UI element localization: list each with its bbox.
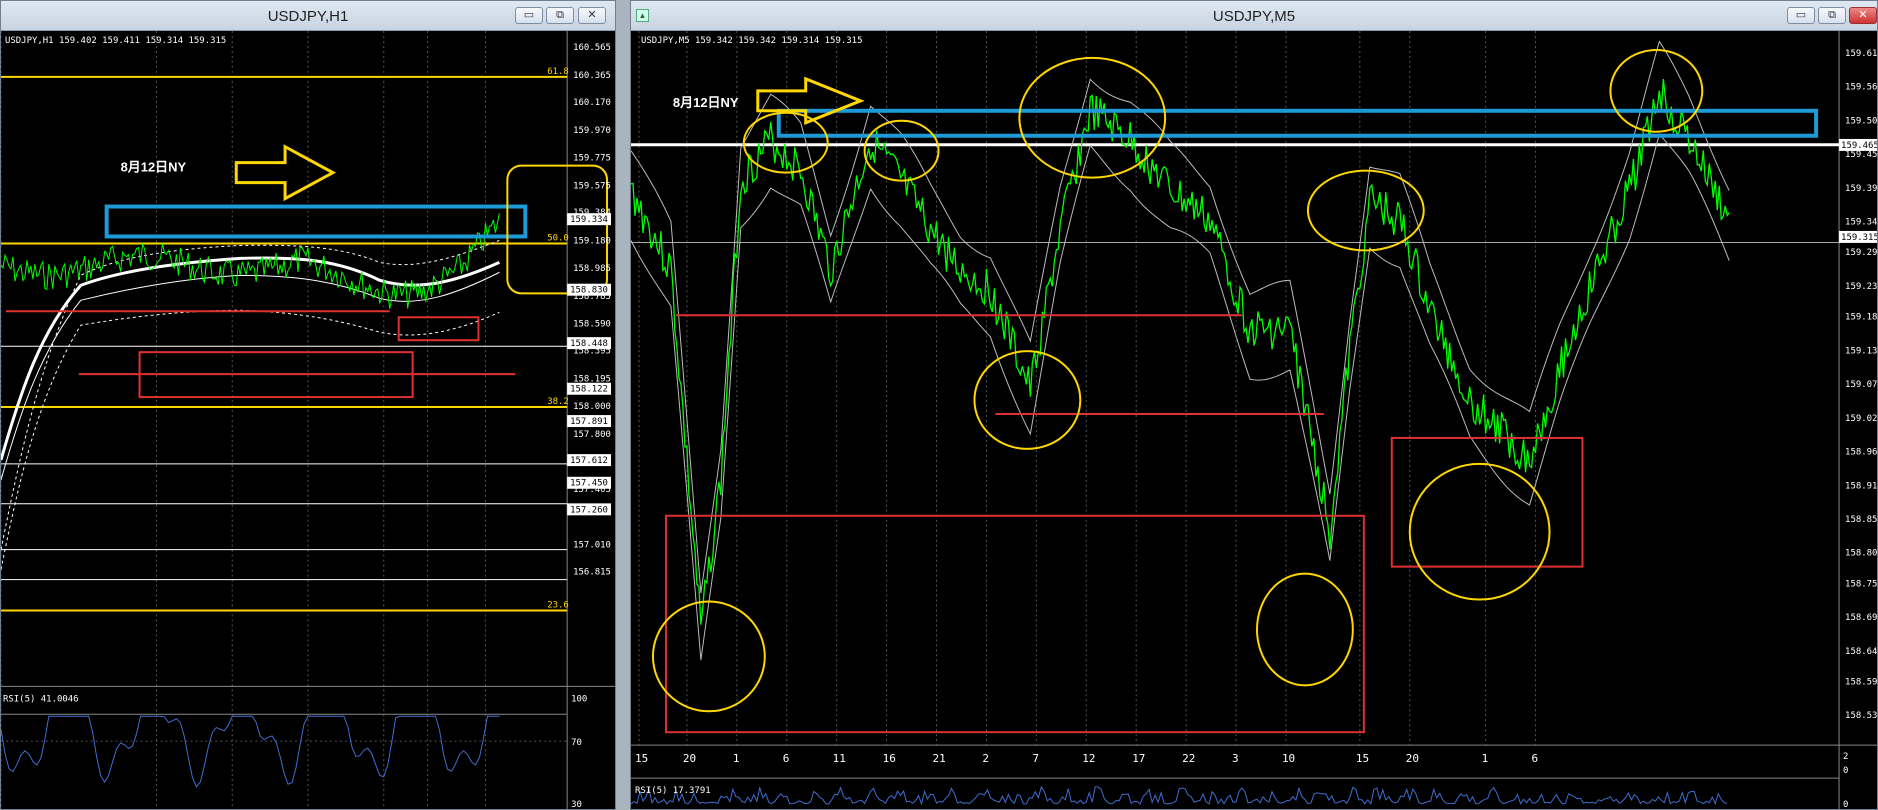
- right-rsi-label: RSI(5) 17.3791: [635, 786, 711, 796]
- price-tick-label: 158.965: [1845, 448, 1877, 458]
- price-tick-label: 159.185: [1845, 313, 1877, 323]
- price-tick-label: 159.340: [1845, 218, 1877, 228]
- time-tick-label: 6: [783, 752, 790, 765]
- price-tick-label: 158.590: [1845, 678, 1877, 688]
- right-annotation-label: 8月12日NY: [673, 95, 739, 110]
- price-tick-label: 160.565: [573, 43, 611, 53]
- price-tick-label: 159.615: [1845, 49, 1877, 59]
- price-tick-label: 158.535: [1845, 711, 1877, 721]
- price-tick-label: 158.800: [1845, 549, 1877, 559]
- price-tick-label: 159.505: [1845, 116, 1877, 126]
- right-ohlc-info: USDJPY,M5 159.342 159.342 159.314 159.31…: [641, 36, 862, 46]
- time-tick-label: 10: [1282, 752, 1295, 765]
- price-box-label: 159.315: [1841, 233, 1877, 243]
- svg-text:50.0: 50.0: [547, 233, 569, 243]
- price-tick-label: 158.640: [1845, 647, 1877, 657]
- price-tick-label: 158.910: [1845, 481, 1877, 491]
- price-box-label: 159.465: [1841, 141, 1877, 151]
- price-box-label: 157.450: [570, 479, 608, 489]
- price-box-label: 158.448: [570, 339, 608, 349]
- price-box-label: 157.260: [570, 505, 608, 515]
- price-tick-label: 159.970: [573, 126, 611, 136]
- right-chart-area[interactable]: 8月12日NY USDJPY,M5 159.342 159.342 159.31…: [631, 31, 1877, 809]
- svg-text:30: 30: [571, 800, 582, 809]
- price-tick-label: 159.020: [1845, 414, 1877, 424]
- time-tick-label: 2: [982, 752, 989, 765]
- right-window-title: USDJPY,M5: [1212, 8, 1296, 25]
- price-tick-label: 160.365: [573, 71, 611, 81]
- resistance-box: [104, 204, 528, 239]
- price-tick-label: 159.180: [573, 237, 611, 247]
- price-tick-label: 158.000: [573, 402, 611, 412]
- price-tick-label: 158.590: [573, 319, 611, 329]
- minimize-button[interactable]: ▭: [1787, 7, 1815, 24]
- price-box-label: 159.334: [570, 215, 608, 225]
- price-tick-label: 159.450: [1845, 150, 1877, 160]
- time-tick-label: 21: [933, 752, 946, 765]
- left-chart-area[interactable]: 8月12日NY USDJPY,H1 159.402 159.411 159.31…: [1, 31, 615, 809]
- price-tick-label: 156.815: [573, 568, 611, 578]
- time-tick-label: 7: [1032, 752, 1039, 765]
- price-box-label: 158.122: [570, 385, 608, 395]
- svg-text:2: 2: [1843, 752, 1848, 762]
- right-titlebar[interactable]: ▲ USDJPY,M5 ▭ ⧉ ✕: [631, 1, 1877, 31]
- price-tick-label: 159.575: [573, 181, 611, 191]
- restore-button[interactable]: ⧉: [1818, 7, 1846, 24]
- svg-text:0: 0: [1843, 766, 1848, 776]
- price-tick-label: 159.775: [573, 153, 611, 163]
- price-box-label: 157.612: [570, 456, 608, 466]
- time-tick-label: 1: [1482, 752, 1489, 765]
- left-annotation-label: 8月12日NY: [121, 160, 187, 175]
- close-button[interactable]: ✕: [578, 7, 606, 24]
- time-tick-label: 16: [883, 752, 896, 765]
- price-tick-label: 159.395: [1845, 184, 1877, 194]
- time-tick-label: 15: [635, 752, 648, 765]
- price-tick-label: 158.985: [573, 264, 611, 274]
- price-tick-label: 158.695: [1845, 613, 1877, 623]
- svg-text:23.6: 23.6: [547, 601, 569, 611]
- left-chart-window[interactable]: USDJPY,H1 ▭ ⧉ ✕ 8月12日NY USDJPY,H1 159.40…: [0, 0, 616, 810]
- minimize-button[interactable]: ▭: [515, 7, 543, 24]
- left-titlebar[interactable]: USDJPY,H1 ▭ ⧉ ✕: [1, 1, 615, 31]
- price-tick-label: 159.075: [1845, 380, 1877, 390]
- time-tick-label: 1: [733, 752, 740, 765]
- price-box-label: 157.891: [570, 417, 608, 427]
- svg-text:0: 0: [1843, 800, 1848, 809]
- svg-text:100: 100: [571, 694, 587, 704]
- time-tick-label: 22: [1182, 752, 1195, 765]
- price-tick-label: 157.010: [573, 540, 611, 550]
- left-rsi-label: RSI(5) 41.0046: [3, 694, 79, 704]
- time-tick-label: 3: [1232, 752, 1239, 765]
- left-ohlc-info: USDJPY,H1 159.402 159.411 159.314 159.31…: [5, 36, 226, 46]
- price-box-label: 158.830: [570, 286, 608, 296]
- time-tick-label: 20: [683, 752, 696, 765]
- price-tick-label: 159.290: [1845, 248, 1877, 258]
- restore-button[interactable]: ⧉: [546, 7, 574, 24]
- time-tick-label: 20: [1406, 752, 1419, 765]
- time-tick-label: 17: [1132, 752, 1145, 765]
- price-tick-label: 157.800: [573, 430, 611, 440]
- time-tick-label: 6: [1532, 752, 1539, 765]
- price-tick-label: 159.130: [1845, 346, 1877, 356]
- close-button[interactable]: ✕: [1849, 7, 1877, 24]
- svg-text:38.2: 38.2: [547, 397, 569, 407]
- time-tick-label: 11: [833, 752, 846, 765]
- price-tick-label: 158.855: [1845, 515, 1877, 525]
- right-chart-window[interactable]: ▲ USDJPY,M5 ▭ ⧉ ✕ 8月12日NY USDJPY,M5 159.…: [630, 0, 1878, 810]
- svg-text:70: 70: [571, 738, 582, 748]
- time-tick-label: 15: [1356, 752, 1369, 765]
- price-tick-label: 159.235: [1845, 282, 1877, 292]
- price-tick-label: 158.750: [1845, 579, 1877, 589]
- time-tick-label: 12: [1082, 752, 1095, 765]
- svg-text:61.8: 61.8: [547, 67, 569, 77]
- price-tick-label: 159.560: [1845, 83, 1877, 93]
- price-tick-label: 160.170: [573, 98, 611, 108]
